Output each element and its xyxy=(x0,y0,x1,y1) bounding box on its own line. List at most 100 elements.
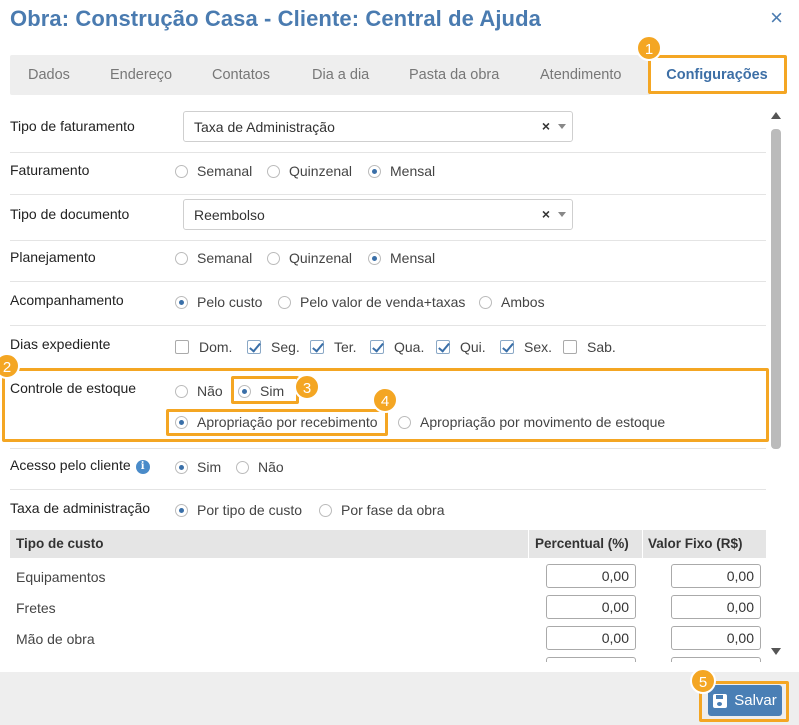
radio-icon[interactable] xyxy=(175,164,188,178)
checkbox-checked-icon[interactable] xyxy=(500,340,514,354)
apropriacao-recebimento[interactable]: Apropriação por recebimento xyxy=(175,414,378,430)
radio-icon[interactable] xyxy=(278,295,291,309)
estoque-option-nao[interactable]: Não xyxy=(175,383,223,399)
faturamento-option-mensal[interactable]: Mensal xyxy=(368,163,435,179)
day-ter[interactable]: Ter. xyxy=(310,339,357,355)
label-tipo-faturamento: Tipo de faturamento xyxy=(10,118,135,134)
radio-selected-icon[interactable] xyxy=(175,415,188,429)
column-header-valor-fixo: Valor Fixo (R$) xyxy=(648,536,743,551)
day-qui[interactable]: Qui. xyxy=(436,339,486,355)
radio-selected-icon[interactable] xyxy=(175,460,188,474)
day-label: Sex. xyxy=(524,339,553,355)
save-label: Salvar xyxy=(734,692,777,709)
label-acompanhamento: Acompanhamento xyxy=(10,292,124,308)
planejamento-option-semanal[interactable]: Semanal xyxy=(175,250,252,266)
tab-atendimento[interactable]: Atendimento xyxy=(540,55,621,95)
tab-configuracoes[interactable]: Configurações xyxy=(650,55,784,95)
divider xyxy=(10,325,766,326)
scroll-up-icon[interactable] xyxy=(771,112,781,119)
radio-icon[interactable] xyxy=(175,251,188,265)
tab-dia-a-dia[interactable]: Dia a dia xyxy=(312,55,369,95)
fixed-value-input[interactable]: 0,00 xyxy=(671,595,761,619)
option-label: Quinzenal xyxy=(289,250,353,266)
radio-selected-icon[interactable] xyxy=(175,295,188,309)
checkbox-checked-icon[interactable] xyxy=(370,340,384,354)
percent-input[interactable]: 0,00 xyxy=(546,595,636,619)
option-label: Pelo valor de venda+taxas xyxy=(300,294,466,310)
day-sex[interactable]: Sex. xyxy=(500,339,552,355)
day-dom[interactable]: Dom. xyxy=(175,339,232,355)
faturamento-option-quinzenal[interactable]: Quinzenal xyxy=(267,163,352,179)
divider xyxy=(10,194,766,195)
radio-icon[interactable] xyxy=(479,295,492,309)
scrollbar[interactable] xyxy=(770,96,785,662)
taxa-option-tipo-custo[interactable]: Por tipo de custo xyxy=(175,502,302,518)
option-label: Apropriação por recebimento xyxy=(197,414,378,430)
tab-pasta-da-obra[interactable]: Pasta da obra xyxy=(409,55,499,95)
tab-dados[interactable]: Dados xyxy=(28,55,70,95)
checkbox-checked-icon[interactable] xyxy=(310,340,324,354)
checkbox-checked-icon[interactable] xyxy=(436,340,450,354)
acompanhamento-option-ambos[interactable]: Ambos xyxy=(479,294,545,310)
radio-icon[interactable] xyxy=(236,460,249,474)
scroll-down-icon[interactable] xyxy=(771,648,781,655)
label-planejamento: Planejamento xyxy=(10,249,96,265)
scrollbar-thumb[interactable] xyxy=(771,129,781,449)
acesso-option-sim[interactable]: Sim xyxy=(175,459,221,475)
radio-selected-icon[interactable] xyxy=(368,251,381,265)
acompanhamento-option-venda[interactable]: Pelo valor de venda+taxas xyxy=(278,294,465,310)
planejamento-option-quinzenal[interactable]: Quinzenal xyxy=(267,250,352,266)
day-qua[interactable]: Qua. xyxy=(370,339,424,355)
label-faturamento: Faturamento xyxy=(10,162,90,178)
column-header-tipo-custo: Tipo de custo xyxy=(16,536,104,551)
day-sab[interactable]: Sab. xyxy=(563,339,616,355)
option-label: Mensal xyxy=(390,250,436,266)
radio-icon[interactable] xyxy=(175,384,188,398)
chevron-down-icon[interactable] xyxy=(558,212,566,217)
chevron-down-icon[interactable] xyxy=(558,124,566,129)
radio-icon[interactable] xyxy=(398,415,411,429)
checkbox-checked-icon[interactable] xyxy=(247,340,261,354)
option-label: Pelo custo xyxy=(197,294,263,310)
acesso-option-nao[interactable]: Não xyxy=(236,459,284,475)
row-acesso-cliente: Acesso pelo cliente i Sim Não xyxy=(10,457,766,477)
tab-contatos[interactable]: Contatos xyxy=(212,55,270,95)
step-badge: 5 xyxy=(690,668,716,694)
clear-icon[interactable]: × xyxy=(542,206,550,222)
apropriacao-movimento[interactable]: Apropriação por movimento de estoque xyxy=(398,414,665,430)
row-dias-expediente: Dias expediente Dom. Seg. Ter. Qua. Qui.… xyxy=(10,336,766,356)
radio-selected-icon[interactable] xyxy=(368,164,381,178)
taxa-option-fase-obra[interactable]: Por fase da obra xyxy=(319,502,445,518)
percent-input[interactable]: 0,00 xyxy=(546,564,636,588)
acompanhamento-option-custo[interactable]: Pelo custo xyxy=(175,294,262,310)
tab-endereco[interactable]: Endereço xyxy=(110,55,172,95)
clear-icon[interactable]: × xyxy=(542,118,550,134)
percent-input[interactable]: 0,00 xyxy=(546,626,636,650)
option-label: Semanal xyxy=(197,163,253,179)
table-row: Fretes 0,00 0,00 xyxy=(10,593,766,624)
percent-input[interactable] xyxy=(546,657,636,662)
day-label: Dom. xyxy=(199,339,233,355)
fixed-value-input[interactable]: 0,00 xyxy=(671,564,761,588)
faturamento-option-semanal[interactable]: Semanal xyxy=(175,163,252,179)
checkbox-icon[interactable] xyxy=(563,340,577,354)
save-button[interactable]: Salvar xyxy=(708,685,782,716)
label-dias-expediente: Dias expediente xyxy=(10,336,111,352)
fixed-value-input[interactable] xyxy=(671,657,761,662)
radio-icon[interactable] xyxy=(267,251,280,265)
fixed-value-input[interactable]: 0,00 xyxy=(671,626,761,650)
day-seg[interactable]: Seg. xyxy=(247,339,300,355)
radio-icon[interactable] xyxy=(267,164,280,178)
radio-selected-icon[interactable] xyxy=(238,384,251,398)
radio-icon[interactable] xyxy=(319,503,332,517)
divider xyxy=(10,489,766,490)
option-label: Sim xyxy=(197,459,222,475)
radio-selected-icon[interactable] xyxy=(175,503,188,517)
planejamento-option-mensal[interactable]: Mensal xyxy=(368,250,435,266)
estoque-option-sim[interactable]: Sim xyxy=(238,383,284,399)
tipo-faturamento-select[interactable]: Taxa de Administração × xyxy=(183,111,573,142)
checkbox-icon[interactable] xyxy=(175,340,189,354)
info-icon[interactable]: i xyxy=(135,460,150,474)
tipo-documento-select[interactable]: Reembolso × xyxy=(183,199,573,230)
close-icon[interactable]: × xyxy=(770,7,783,29)
